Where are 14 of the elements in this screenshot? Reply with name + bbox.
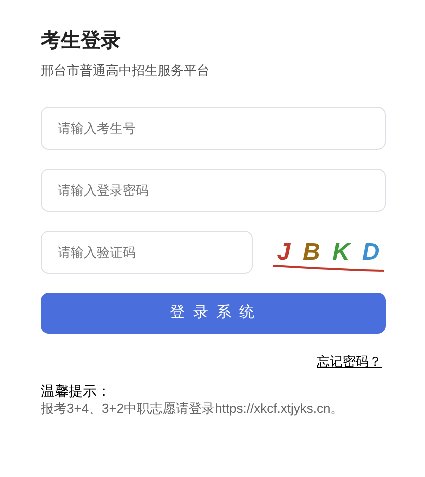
forgot-password-link[interactable]: 忘记密码？ xyxy=(317,352,386,372)
page-title: 考生登录 xyxy=(41,29,122,54)
login-button[interactable]: 登 录 系 统 xyxy=(41,293,386,334)
input-field[interactable]: 请输入登录密码 xyxy=(41,169,386,212)
captcha-letter: D xyxy=(362,240,380,264)
captcha-letter: J xyxy=(277,240,291,264)
captcha-field[interactable]: 请输入验证码 xyxy=(41,231,253,274)
notice-title: 温馨提示： xyxy=(41,382,112,400)
input-field[interactable]: 请输入考生号 xyxy=(41,107,386,150)
captcha-image[interactable]: J B K D xyxy=(271,232,386,272)
captcha-letter: K xyxy=(332,240,350,264)
notice-text: 报考3+4、3+2中职志愿请登录https://xkcf.xtjyks.cn。 xyxy=(41,400,345,418)
subtitle: 邢台市普通高中招生服务平台 xyxy=(41,62,211,80)
captcha-letter: B xyxy=(302,240,320,264)
